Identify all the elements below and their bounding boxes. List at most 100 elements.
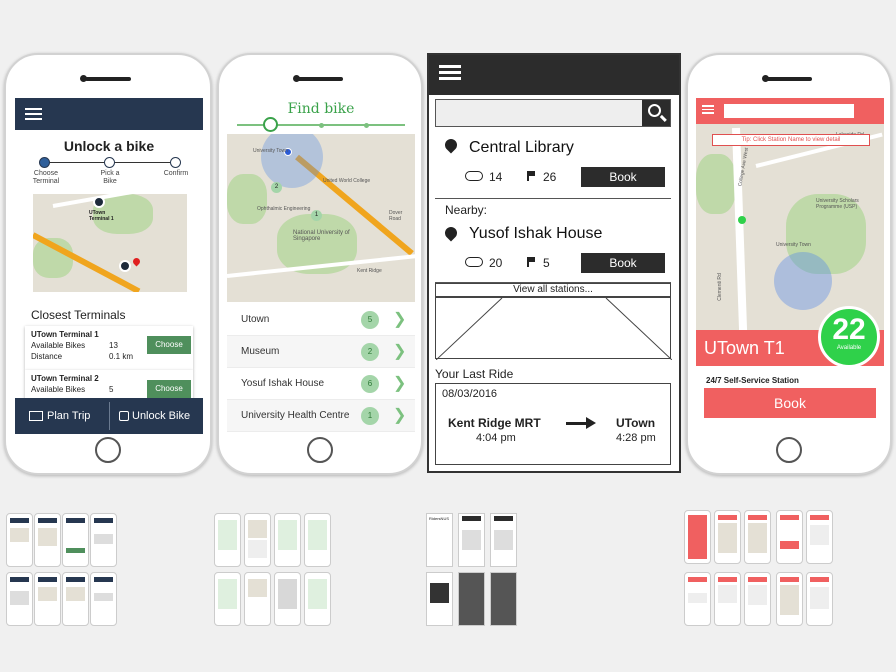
thumbnail[interactable] (684, 572, 711, 626)
ride-date: 08/03/2016 (442, 388, 498, 400)
progress-knob[interactable] (263, 117, 278, 132)
thumbnail[interactable] (244, 572, 271, 626)
search-icon (648, 104, 661, 117)
thumbnail[interactable] (490, 513, 517, 567)
thumbnail[interactable] (458, 572, 485, 626)
thumbnail[interactable] (744, 572, 771, 626)
image-placeholder (435, 297, 672, 360)
thumbnail[interactable] (806, 510, 833, 564)
bottom-nav: Plan Trip Unlock Bike (15, 398, 203, 434)
search-input[interactable] (724, 104, 854, 118)
list-item[interactable]: Museum 2 ❯ (227, 336, 415, 368)
thumbnail[interactable] (304, 513, 331, 567)
bike-count: 20 (489, 256, 503, 270)
map-label: UTown Terminal 1 (89, 210, 114, 222)
book-button[interactable]: Book (704, 388, 876, 418)
step-label-1: Choose Terminal (32, 170, 60, 185)
list-item[interactable]: University Health Centre 1 ❯ (227, 400, 415, 432)
map[interactable]: College Ave West University Scholars Pro… (696, 124, 884, 334)
thumbnail[interactable] (6, 513, 33, 567)
tip-banner: Tip: Click Station Name to view detail (712, 134, 870, 146)
home-button[interactable] (307, 437, 333, 463)
map[interactable]: UTown Terminal 1 (33, 194, 187, 292)
thumbnail[interactable]: RidersNUS (426, 513, 453, 567)
plan-trip-button[interactable]: Plan Trip (29, 398, 90, 434)
menu-icon[interactable] (702, 105, 714, 118)
speaker (85, 77, 131, 81)
thumbnail[interactable] (458, 513, 485, 567)
last-ride-label: Your Last Ride (435, 367, 514, 381)
station-card: Central Library 14 26 Book (435, 131, 671, 199)
thumbnail[interactable] (34, 572, 61, 626)
thumbnail[interactable] (6, 572, 33, 626)
station-name[interactable]: UTown T1 (704, 338, 785, 359)
map-label: University Scholars Programme (USP) (816, 198, 859, 210)
ride-from-time: 4:04 pm (476, 432, 516, 444)
thumbnail[interactable] (490, 572, 517, 626)
bike-cluster-icon[interactable]: 2 (271, 182, 282, 193)
menu-icon[interactable] (439, 65, 461, 80)
choose-button[interactable]: Choose (147, 380, 191, 398)
home-button[interactable] (776, 437, 802, 463)
unlock-bike-button[interactable]: Unlock Bike (119, 398, 190, 434)
thumbnail[interactable] (244, 513, 271, 567)
thumbnail[interactable] (62, 513, 89, 567)
last-ride-card: 08/03/2016 Kent Ridge MRT 4:04 pm UTown … (435, 383, 671, 465)
page-title: Find bike (287, 101, 355, 117)
view-all-link[interactable]: View all stations... (435, 283, 671, 297)
thumbnail[interactable] (62, 572, 89, 626)
list-item[interactable]: Yosuf Ishak House 6 ❯ (227, 368, 415, 400)
thumbnail[interactable] (744, 510, 771, 564)
top-bar (15, 98, 203, 130)
search-button[interactable] (642, 100, 670, 126)
flag-icon (527, 171, 535, 181)
thumbnail[interactable] (34, 513, 61, 567)
map-label: University Town (253, 148, 288, 154)
map[interactable]: 2 1 University Town United World College… (227, 134, 415, 302)
progress-dot (364, 123, 369, 128)
bike-cluster-icon[interactable]: 1 (311, 210, 322, 221)
phone-mockup-1: Unlock a bike Choose Terminal Pick a Bik… (4, 53, 212, 475)
bicycle-icon (465, 257, 483, 267)
home-button[interactable] (95, 437, 121, 463)
flag-icon (527, 257, 535, 267)
screen: College Ave West University Scholars Pro… (696, 98, 884, 434)
terminal-card[interactable]: UTown Terminal 1 Available Bikes 13 Dist… (25, 326, 193, 370)
list-item[interactable]: Utown 5 ❯ (227, 304, 415, 336)
thumbnail[interactable] (214, 513, 241, 567)
thumbnail[interactable] (274, 572, 301, 626)
available-count: 22 (832, 313, 866, 346)
thumbnail[interactable] (304, 572, 331, 626)
thumbnail[interactable] (214, 572, 241, 626)
camera (293, 75, 300, 82)
thumbnail[interactable] (714, 572, 741, 626)
step-dot-2[interactable] (104, 157, 115, 168)
choose-button[interactable]: Choose (147, 336, 191, 354)
bikes-label: Available Bikes (31, 385, 86, 394)
top-bar (429, 55, 679, 95)
station-marker-icon[interactable] (738, 216, 746, 224)
location-name: Utown (241, 314, 270, 325)
available-badge: 22 Available (818, 306, 880, 368)
phone-mockup-2: Find bike 2 1 University Town United Wor… (217, 53, 423, 475)
thumbnail[interactable] (714, 510, 741, 564)
thumbnail[interactable] (776, 510, 803, 564)
thumbnail[interactable] (426, 572, 453, 626)
menu-icon[interactable] (25, 108, 42, 121)
location-name: Yosuf Ishak House (241, 378, 325, 389)
step-dot-3[interactable] (170, 157, 181, 168)
thumbnail[interactable] (806, 572, 833, 626)
book-button[interactable]: Book (581, 167, 665, 187)
thumbnail[interactable] (90, 572, 117, 626)
thumbnail[interactable] (684, 510, 711, 564)
book-button[interactable]: Book (581, 253, 665, 273)
thumbnail[interactable] (90, 513, 117, 567)
map-pin-icon[interactable] (93, 196, 105, 208)
map-pin-icon[interactable] (119, 260, 131, 272)
step-dot-1[interactable] (39, 157, 50, 168)
map-label: Dover Road (389, 210, 403, 222)
thumbnail[interactable] (274, 513, 301, 567)
thumbnail[interactable] (776, 572, 803, 626)
map-label: Kent Ridge (357, 268, 382, 274)
search-input[interactable] (435, 99, 671, 127)
